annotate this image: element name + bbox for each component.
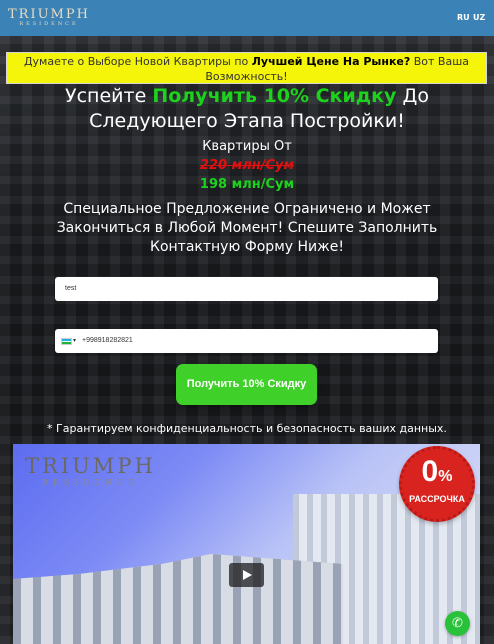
price-new: 198 млн/Сум — [199, 177, 295, 192]
video-building-main — [13, 554, 343, 644]
play-icon[interactable] — [229, 563, 264, 587]
headline-before: Успейте — [65, 85, 153, 107]
header-bar: TRIUMPH RESIDENCE RU UZ — [0, 0, 494, 36]
headline-highlight: Получить 10% Скидку — [152, 85, 397, 107]
logo-main-text: TRIUMPH — [8, 7, 90, 22]
hero-section: Думаете о Выборе Новой Квартиры по Лучше… — [0, 36, 494, 644]
seal-percent: % — [438, 468, 453, 485]
name-field-value: test — [65, 285, 77, 292]
banner-text-bold: Лучшей Цене На Рынке? — [251, 55, 411, 68]
get-discount-button[interactable]: Получить 10% Скидку — [176, 364, 317, 405]
price-label: Квартиры От — [202, 139, 292, 154]
installment-seal: 0% РАССРОЧКА — [399, 446, 475, 522]
seal-number-value: 0 — [421, 455, 439, 488]
privacy-guarantee: * Гарантируем конфиденциальность и безоп… — [47, 422, 447, 435]
whatsapp-icon[interactable]: ✆ — [445, 611, 470, 636]
phone-field-value: +998918282821 — [82, 337, 133, 344]
video-logo-sub: RESIDENCE — [42, 478, 139, 487]
phone-field[interactable]: ▾ +998918282821 — [55, 329, 438, 353]
headline: Успейте Получить 10% Скидку До Следующег… — [20, 84, 474, 134]
video-logo-main: TRIUMPH — [25, 454, 156, 478]
seal-number: 0% — [402, 457, 472, 492]
offer-text: Специальное Предложение Ограничено и Мож… — [56, 201, 438, 255]
video-logo: TRIUMPH RESIDENCE — [25, 454, 156, 487]
name-field[interactable]: test — [55, 277, 438, 301]
promo-banner: Думаете о Выборе Новой Квартиры по Лучше… — [6, 52, 487, 84]
chevron-down-icon[interactable]: ▾ — [73, 337, 76, 344]
video-player[interactable]: TRIUMPH RESIDENCE 0% РАССРОЧКА — [13, 444, 480, 644]
logo-sub-text: RESIDENCE — [19, 21, 79, 27]
logo[interactable]: TRIUMPH RESIDENCE — [8, 7, 90, 27]
price-old: 220 млн/Сум — [199, 158, 295, 173]
banner-text-prefix: Думаете о Выборе Новой Квартиры по — [23, 55, 252, 68]
language-uz-link[interactable]: UZ — [473, 13, 485, 22]
uzbekistan-flag-icon[interactable] — [61, 338, 72, 345]
language-ru-link[interactable]: RU — [457, 13, 470, 22]
seal-text: РАССРОЧКА — [409, 494, 465, 504]
